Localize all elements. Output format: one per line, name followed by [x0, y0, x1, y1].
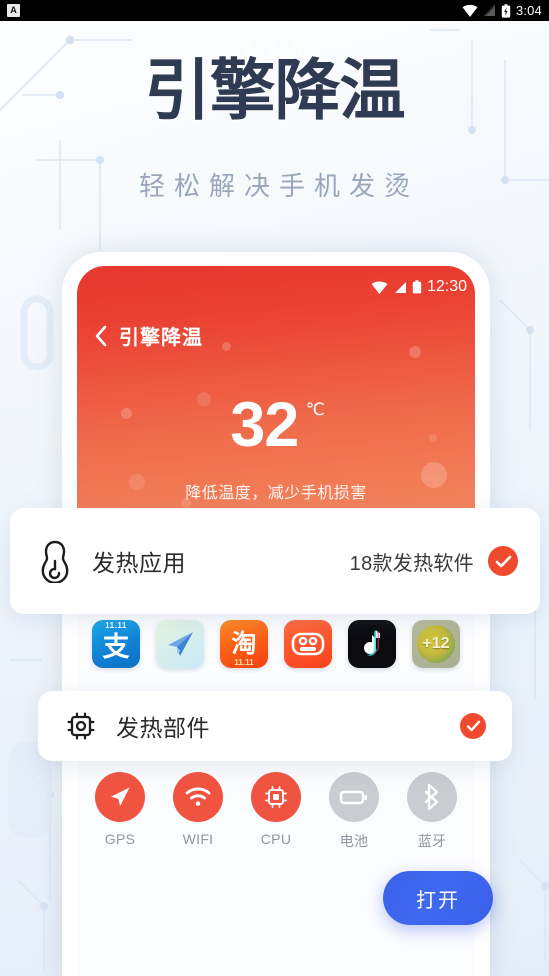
- heating-apps-card[interactable]: 发热应用 18款发热软件: [10, 508, 540, 614]
- heating-parts-status-group: [460, 713, 486, 739]
- heating-app-icon-row: 11.11 支 淘 11.11 +12: [62, 620, 490, 668]
- temperature-readout: 32 ℃: [77, 394, 475, 457]
- bubble-decoration: [222, 342, 231, 351]
- component-cpu[interactable]: CPU: [251, 772, 301, 851]
- phone-status-bar: 12:30: [371, 278, 467, 296]
- wifi-icon: [462, 4, 478, 17]
- wifi-icon: [371, 280, 388, 294]
- status-bar-right-group: 3:04: [462, 3, 542, 18]
- heating-parts-check-icon[interactable]: [460, 713, 486, 739]
- heating-parts-card[interactable]: 发热部件: [38, 691, 512, 761]
- temperature-note: 降低温度，减少手机损害: [185, 485, 367, 502]
- cooling-header-panel: 12:30 引擎降温 32 ℃ 降低温度，减少手机损害: [77, 266, 475, 512]
- component-battery-label: 电池: [339, 833, 369, 849]
- gps-icon: [111, 787, 130, 806]
- paper-plane-icon: [168, 632, 193, 656]
- battery-icon-circle: [329, 772, 379, 822]
- app-icon-kuaishou[interactable]: [284, 620, 332, 668]
- battery-icon: [339, 790, 368, 805]
- heating-apps-count: 18款发热软件: [349, 552, 474, 575]
- page-subtitle: 轻松解决手机发烫: [138, 171, 419, 201]
- cpu-icon: [265, 786, 287, 808]
- phone-nav-bar: 引擎降温: [94, 321, 203, 350]
- douyin-note-icon: [364, 630, 380, 656]
- battery-icon: [412, 280, 422, 294]
- bluetooth-icon-circle: [407, 772, 457, 822]
- heating-parts-label: 发热部件: [116, 715, 210, 741]
- phone-clock: 12:30: [426, 278, 467, 295]
- back-chevron-icon[interactable]: [94, 325, 107, 347]
- battery-charging-icon: [501, 3, 511, 18]
- phone-mockup: 12:30 引擎降温 32 ℃ 降低温度，减少手机损害: [62, 252, 490, 976]
- cpu-icon-circle: [251, 772, 301, 822]
- cpu-chip-icon: [66, 711, 96, 741]
- component-gps-label: GPS: [104, 831, 136, 847]
- alipay-glyph: 支: [102, 632, 130, 662]
- kuaishou-icon: [291, 632, 325, 656]
- heating-components-row: GPS WIFI CPU 电池 蓝牙: [62, 772, 490, 851]
- app-icon-alipay[interactable]: 11.11 支: [92, 620, 140, 668]
- signal-off-icon: [483, 4, 496, 17]
- page-title: 引擎降温: [144, 53, 406, 127]
- app-icon-douyin[interactable]: [348, 620, 396, 668]
- taobao-glyph: 淘: [231, 629, 257, 658]
- heating-apps-status-group: 18款发热软件: [350, 546, 518, 576]
- heating-apps-label: 发热应用: [92, 550, 186, 576]
- bluetooth-icon: [424, 783, 439, 811]
- app-promo-screen: A 3:04 2 / 5 引擎降温 轻松解决手机发烫 12:30 引擎降温 32…: [0, 0, 549, 976]
- component-bluetooth[interactable]: 蓝牙: [407, 772, 457, 851]
- signal-icon: [394, 281, 406, 293]
- phone-nav-title: 引擎降温: [119, 327, 203, 349]
- alipay-promo-badge: 11.11: [105, 621, 127, 630]
- component-gps[interactable]: GPS: [95, 772, 145, 851]
- taobao-promo-badge: 11.11: [234, 658, 254, 667]
- heating-apps-check-icon[interactable]: [488, 546, 518, 576]
- status-app-badge-icon: A: [7, 4, 20, 17]
- component-wifi-label: WIFI: [182, 831, 214, 847]
- component-battery[interactable]: 电池: [329, 772, 379, 851]
- thermometer-icon: [38, 539, 72, 583]
- wifi-icon: [185, 787, 211, 806]
- component-wifi[interactable]: WIFI: [173, 772, 223, 851]
- temperature-unit: ℃: [305, 400, 325, 419]
- app-icon-taobao[interactable]: 淘 11.11: [220, 620, 268, 668]
- wifi-icon-circle: [173, 772, 223, 822]
- component-cpu-label: CPU: [260, 831, 292, 847]
- more-apps-count: +12: [422, 635, 450, 652]
- component-bluetooth-label: 蓝牙: [417, 833, 447, 849]
- gps-icon-circle: [95, 772, 145, 822]
- android-status-bar: A 3:04: [0, 0, 549, 21]
- app-icon-more-count[interactable]: +12: [412, 620, 460, 668]
- open-button[interactable]: 打开: [383, 871, 493, 925]
- status-bar-clock: 3:04: [515, 3, 542, 18]
- bubble-decoration: [409, 346, 421, 358]
- temperature-value: 32: [230, 390, 299, 460]
- app-icon-paper-plane[interactable]: [156, 620, 204, 668]
